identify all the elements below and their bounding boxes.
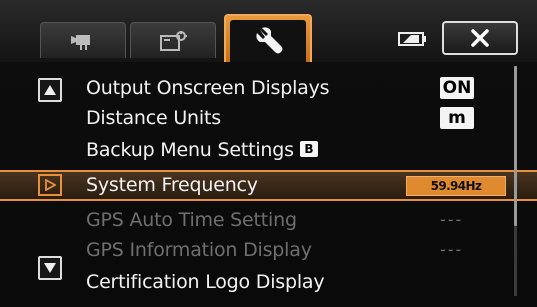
menu-item-output-onscreen-displays[interactable]: Output Onscreen Displays ON	[0, 73, 537, 103]
tab-setup[interactable]	[224, 14, 312, 62]
menu-item-label: Certification Logo Display	[86, 271, 325, 293]
menu-item-backup-menu-settings[interactable]: Backup Menu Settings B	[0, 135, 537, 165]
tab-playback[interactable]	[130, 22, 216, 58]
tab-setup-face	[230, 20, 306, 62]
menu-item-label: Distance Units	[86, 107, 221, 129]
menu-item-label: GPS Auto Time Setting	[86, 209, 297, 231]
menu-item-label: Output Onscreen Displays	[86, 77, 330, 99]
close-icon	[471, 29, 489, 47]
menu-item-label: System Frequency	[86, 174, 258, 196]
menu-item-label-wrap: Backup Menu Settings B	[86, 135, 318, 165]
menu-item-distance-units[interactable]: Distance Units m	[0, 103, 537, 133]
menu-item-gps-information-display: GPS Information Display ---	[0, 235, 537, 265]
scrollbar-thumb[interactable]	[514, 66, 517, 226]
scroll-down-button[interactable]	[38, 256, 62, 280]
close-button[interactable]	[442, 21, 518, 55]
tab-movie-mode[interactable]	[40, 22, 126, 58]
menu-item-value: ---	[440, 210, 464, 229]
wrench-icon	[256, 27, 283, 54]
menu-item-certification-logo-display[interactable]: Certification Logo Display	[0, 267, 537, 297]
menu-item-system-frequency[interactable]: System Frequency 59.94Hz	[0, 170, 537, 200]
battery-icon	[398, 31, 428, 47]
movie-camera-icon	[71, 34, 90, 50]
menu-item-gps-auto-time-setting: GPS Auto Time Setting ---	[0, 205, 537, 235]
camera-menu-screen: Output Onscreen Displays ON Distance Uni…	[0, 0, 537, 307]
menu-item-value: 59.94Hz	[406, 176, 506, 196]
menu-item-value: ---	[440, 240, 464, 259]
menu-item-value: ON	[440, 77, 474, 99]
playback-camera-icon	[160, 30, 187, 51]
b-badge: B	[299, 140, 318, 157]
triangle-down-icon	[44, 263, 56, 273]
menu-item-value: m	[440, 107, 474, 129]
menu-item-label: GPS Information Display	[86, 239, 312, 261]
menu-item-label: Backup Menu Settings	[86, 139, 294, 161]
